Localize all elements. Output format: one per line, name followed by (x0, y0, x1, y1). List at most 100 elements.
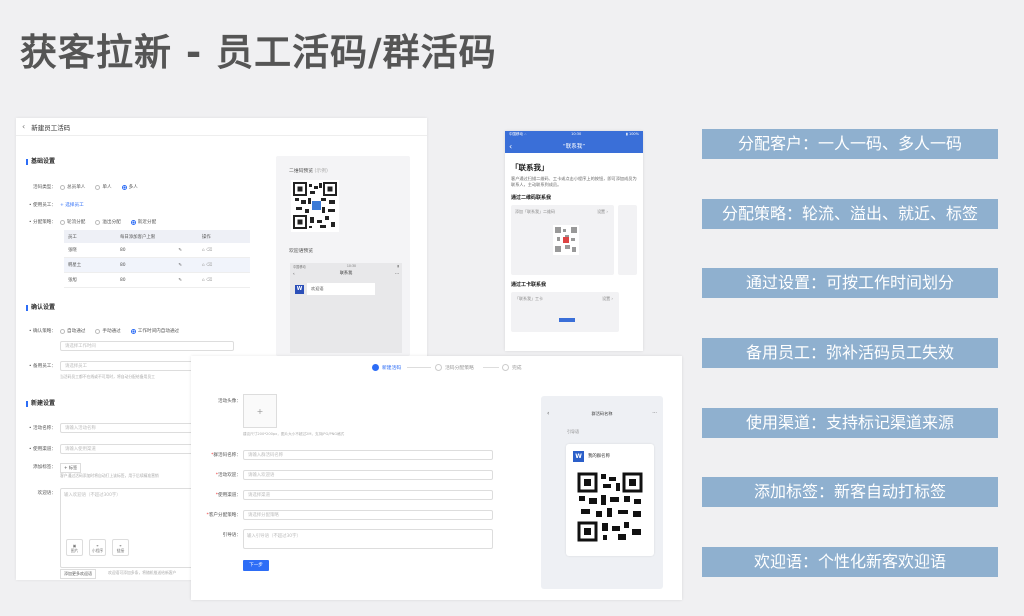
confirm-option-auto[interactable]: 自动通过 (60, 328, 85, 334)
contact-me-desc: 客户通过扫描二维码、工卡或点击小程序上的按钮，即可添加成员为联系人，主动联系到成… (511, 176, 637, 187)
type-option-1[interactable]: 总员单人 (60, 184, 85, 190)
radio-icon (95, 328, 101, 334)
row-actions[interactable]: ⌂ ⌫ (198, 278, 248, 283)
attach-image-button[interactable]: ▣ 图片 (66, 539, 83, 556)
feature-tag: 添加标签：新客自动打标签 (702, 477, 998, 507)
radio-icon (60, 328, 65, 334)
attach-link-button[interactable]: ⚭ 链接 (112, 539, 129, 556)
channel-label: • 使用渠道： (28, 447, 56, 452)
radio-icon (60, 219, 65, 225)
worktime-select[interactable]: 请选择工作时间 (60, 341, 234, 351)
type-option-2[interactable]: 单人 (95, 184, 112, 190)
strategy-radio-group: 轮流分配 溢出分配 就近分配 (60, 219, 156, 225)
activity-name-label: • 活动名称： (28, 426, 56, 431)
section-basic-title: 基础设置 (26, 156, 55, 165)
next-button[interactable]: 下一步 (243, 560, 269, 571)
edit-icon[interactable]: ✎ (178, 248, 182, 253)
phone-status-bar: 中国移动 ∴ 10:30 ▮ 100% (505, 131, 643, 139)
confirm-option-worktime[interactable]: 工作时间内自动通过 (130, 328, 179, 334)
cell-limit: 80 (120, 247, 126, 253)
qr-code-image (291, 180, 339, 232)
field-label: *群活码名称： (211, 453, 241, 458)
strategy-option-overflow[interactable]: 溢出分配 (95, 219, 121, 225)
radio-checked-icon (130, 328, 136, 334)
wecom-logo-icon: W (295, 284, 304, 294)
phone-nav-bar: ‹ “联系我” (505, 139, 643, 153)
more-icon[interactable]: ··· (652, 410, 657, 416)
field-label: *客户分配策略： (206, 513, 241, 518)
confirm-option-manual[interactable]: 手动通过 (95, 328, 121, 334)
strategy-option-nearby[interactable]: 就近分配 (130, 219, 156, 225)
welcome-input[interactable]: 请输入欢迎语 (243, 470, 493, 480)
table-row: 张晓 80 ✎ ⌂ ⌫ (64, 243, 250, 258)
add-welcome-button[interactable]: 添加更多欢迎语 (60, 569, 96, 579)
cell-name: 张旭 (68, 278, 77, 283)
section-new-title: 新建设置 (26, 398, 55, 407)
backup-label: • 备用员工： (28, 364, 56, 369)
staff-label: • 使用员工： (28, 203, 56, 208)
add-tag-button[interactable]: + 标签 (60, 463, 82, 473)
staff-table: 员工 每日添加客户上限 操作 张晓 80 ✎ ⌂ ⌫ 韩星土 80 ✎ ⌂ ⌫ 张旭… (64, 230, 250, 288)
cell-name: 韩星土 (68, 263, 82, 268)
step-icon (502, 364, 509, 371)
radio-icon (95, 219, 101, 225)
feature-tag: 分配客户：一人一码、多人一码 (702, 129, 998, 159)
select-staff-link[interactable]: + 选择员工 (60, 202, 84, 208)
table-row: 张旭 80 ✎ ⌂ ⌫ (64, 273, 250, 288)
group-name-input[interactable]: 请输入群活码名称 (243, 450, 493, 460)
channel-select[interactable]: 请选择渠道 (243, 490, 493, 500)
radio-icon (95, 184, 101, 190)
strategy-option-rotate[interactable]: 轮流分配 (60, 219, 85, 225)
feature-tag: 备用员工：弥补活码员工失效 (702, 338, 998, 368)
row-actions[interactable]: ⌂ ⌫ (198, 263, 248, 268)
feature-tag: 欢迎语：个性化新客欢迎语 (702, 547, 998, 577)
feature-tag: 使用渠道：支持标记渠道来源 (702, 408, 998, 438)
badge-contact-card[interactable]: 「联系我」工卡 设置 › (511, 292, 619, 332)
chat-preview-label: 欢迎语预览 (289, 249, 313, 254)
cell-limit: 80 (120, 262, 126, 268)
contact-me-title: 「联系我」 (511, 163, 549, 172)
activity-name-input[interactable]: 请输入活动名称 (60, 423, 200, 433)
channel-input[interactable]: 请输入使用渠道 (60, 444, 200, 454)
edit-icon[interactable]: ✎ (178, 278, 182, 283)
badge-icon (559, 318, 575, 322)
qr-code-image (576, 471, 644, 545)
qr-contact-card[interactable]: 添加「联系我」二维码 设置 › (511, 205, 614, 275)
strategy-select[interactable]: 请选择分配策略 (243, 510, 493, 520)
group-name: 我的群名称 (588, 454, 610, 459)
attach-miniprogram-button[interactable]: ⚭ 小程序 (89, 539, 106, 556)
row-actions[interactable]: ⌂ ⌫ (198, 248, 248, 253)
group-preview-phone: ‹ 群活码名称 ··· 引导语 W 我的群名称 (541, 396, 663, 589)
table-header: 员工 每日添加客户上限 操作 (64, 230, 250, 243)
phone-title: 群活码名称 (591, 411, 613, 416)
back-icon[interactable]: ‹ (22, 122, 25, 131)
upload-image-button[interactable]: + (243, 394, 277, 428)
back-icon[interactable]: ‹ (509, 142, 512, 151)
col-limit: 每日添加客户上限 (120, 234, 156, 240)
wecom-logo-icon: W (573, 451, 584, 462)
cell-name: 张晓 (68, 248, 77, 253)
phone-nav-title: “联系我” (562, 144, 586, 150)
section-confirm-title: 确认设置 (26, 302, 55, 311)
qr-contact-card[interactable] (617, 205, 637, 275)
welcome-textarea[interactable]: 输入欢迎语（不超过300字） (60, 488, 210, 568)
step-icon (372, 364, 379, 371)
radio-checked-icon (121, 184, 127, 190)
tag-label: 添加标签： (33, 465, 56, 470)
field-label: *使用渠道： (215, 493, 241, 498)
phone-sub: 引导语 (567, 429, 579, 434)
feature-tag: 分配策略：轮流、溢出、就近、标签 (702, 199, 998, 229)
footer-hint: 欢迎语可添加多条，将随机推送给新客户 (108, 570, 177, 575)
col-action: 操作 (202, 234, 211, 240)
confirm-radio-group: 自动通过 手动通过 工作时间内自动通过 (60, 328, 179, 334)
step-2: 活码分配策略 (435, 364, 474, 371)
desc-textarea[interactable]: 输入引导语（不超过30字） (243, 529, 493, 549)
panel-title: 新建员工活码 (31, 123, 71, 132)
image-label: 活动头像： (218, 399, 241, 404)
qr-section-title: 通过二维码联系我 (511, 195, 552, 201)
type-option-3[interactable]: 多人 (121, 184, 138, 190)
chat-title: 联系我 (339, 270, 353, 275)
desc-label: 引导语： (222, 533, 241, 538)
edit-icon[interactable]: ✎ (178, 263, 182, 268)
card-section-title: 通过工卡联系我 (511, 282, 547, 288)
